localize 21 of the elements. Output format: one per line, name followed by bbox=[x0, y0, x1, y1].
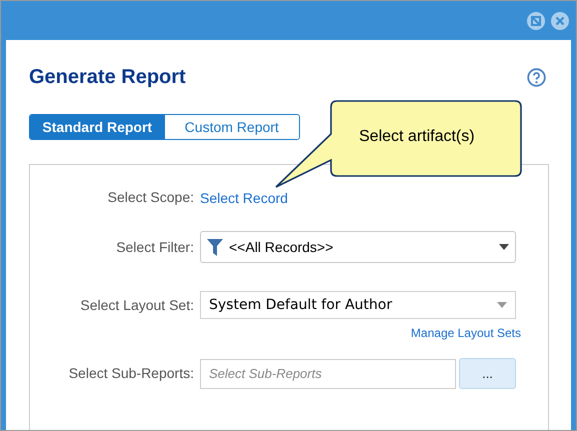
dropdown-caret-icon bbox=[497, 302, 507, 308]
dropdown-caret-icon bbox=[499, 244, 509, 250]
sub-reports-label: Select Sub-Reports: bbox=[68, 364, 195, 383]
scope-label: Select Scope: bbox=[106, 188, 195, 207]
filter-label: Select Filter: bbox=[115, 238, 195, 256]
browse-button[interactable]: ... bbox=[459, 358, 516, 389]
select-record-link[interactable]: Select Record bbox=[200, 188, 288, 209]
help-icon[interactable] bbox=[527, 68, 546, 86]
restore-icon[interactable] bbox=[527, 12, 545, 30]
sub-reports-field[interactable]: Select Sub-Reports bbox=[200, 358, 456, 388]
filter-value: <<All Records>> bbox=[229, 238, 334, 256]
layout-set-value: System Default for Author bbox=[209, 296, 394, 314]
window-title: Generate Report bbox=[29, 65, 186, 90]
filter-icon bbox=[207, 238, 223, 256]
close-icon[interactable] bbox=[551, 12, 569, 30]
callout-text: Select artifact(s) bbox=[359, 127, 475, 147]
report-tab[interactable]: Standard Report bbox=[30, 115, 164, 139]
layout-set-dropdown[interactable]: System Default for Author bbox=[200, 291, 516, 319]
manage-layout-sets-link[interactable]: Manage Layout Sets bbox=[410, 324, 521, 342]
filter-dropdown[interactable]: <<All Records>> bbox=[200, 231, 516, 263]
layout-set-label: Select Layout Set: bbox=[79, 296, 195, 315]
